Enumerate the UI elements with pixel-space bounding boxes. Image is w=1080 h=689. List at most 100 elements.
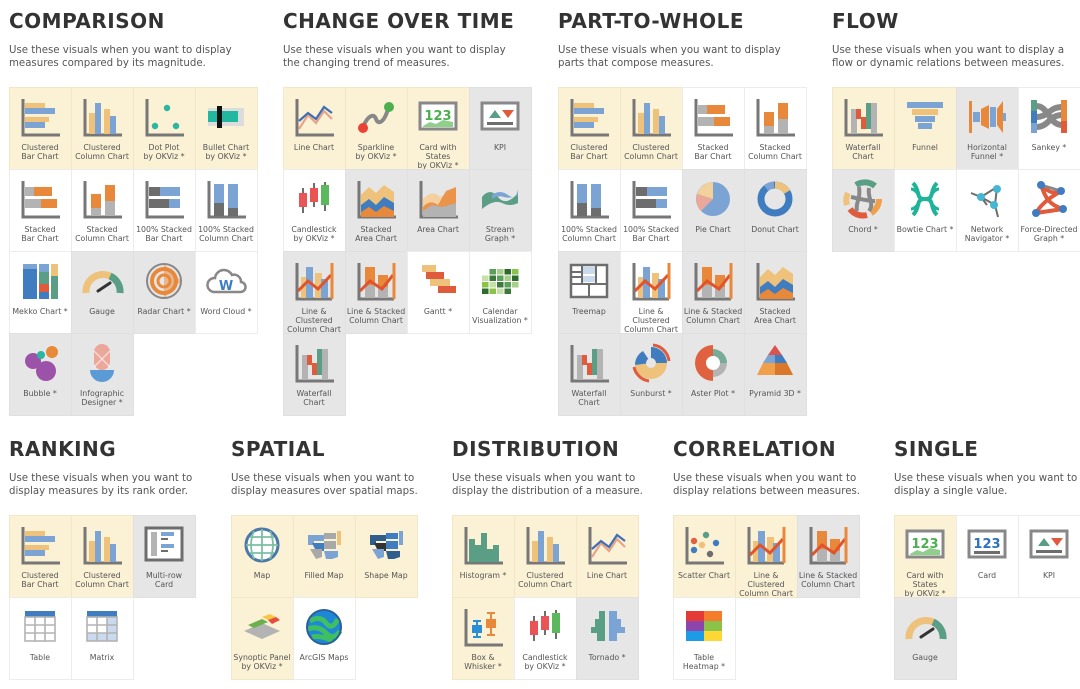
visual-tile-synoptic-panel[interactable]: Synoptic Panel by OKViz * [230, 596, 294, 680]
visual-grid: Histogram * Clustered Column Chart Line Ch… [451, 514, 639, 680]
histogram-icon [464, 526, 503, 564]
visual-tile-clustered-column-chart[interactable]: Clustered Column Chart [70, 514, 134, 598]
visual-tile-label: Gantt * [423, 306, 453, 316]
visual-tile-waterfall-chart[interactable]: Waterfall Chart [557, 332, 621, 416]
visual-tile-waterfall-chart[interactable]: Waterfall Chart [831, 86, 895, 170]
visual-tile-clustered-bar-chart[interactable]: Clustered Bar Chart [8, 514, 72, 598]
section-title: DISTRIBUTION [452, 437, 620, 461]
visual-tile-donut-chart[interactable]: Donut Chart [743, 168, 807, 252]
visual-tile-waterfall-chart[interactable]: Waterfall Chart [282, 332, 346, 416]
visual-tile-sankey[interactable]: Sankey * [1017, 86, 1080, 170]
visual-tile-label: Treemap [572, 306, 606, 316]
visual-tile-card[interactable]: 123 Card [955, 514, 1019, 598]
visual-tile-tornado[interactable]: Tornado * [575, 596, 639, 680]
line-clustered-column-chart-icon [632, 262, 671, 300]
visual-tile-line-stacked-column-chart[interactable]: Line & Stacked Column Chart [681, 250, 745, 334]
visual-tile-histogram[interactable]: Histogram * [451, 514, 515, 598]
visual-tile-label: Line & Clustered Column Chart [739, 570, 793, 599]
visual-tile-100-stacked-bar-chart[interactable]: 100% Stacked Bar Chart [132, 168, 196, 252]
visual-tile-card-with-states[interactable]: 123 Card with States by OKViz * [893, 514, 957, 598]
visual-tile-treemap[interactable]: Treemap [557, 250, 621, 334]
visual-tile-card-with-states[interactable]: 123 Card with States by OKViz * [406, 86, 470, 170]
sunburst-icon [632, 343, 671, 382]
visual-tile-table[interactable]: Table [8, 596, 72, 680]
visual-tile-label: Waterfall Chart [571, 388, 607, 407]
visual-tile-label: Map [253, 570, 271, 580]
visual-tile-sunburst[interactable]: Sunburst * [619, 332, 683, 416]
visual-tile-candlestick[interactable]: Candlestick by OKViz * [282, 168, 346, 252]
section-description: Use these visuals when you want to displ… [452, 473, 643, 497]
visual-tile-100-stacked-column-chart[interactable]: 100% Stacked Column Chart [557, 168, 621, 252]
visual-tile-horizontal-funnel[interactable]: Horizontal Funnel * [955, 86, 1019, 170]
visual-tile-clustered-bar-chart[interactable]: Clustered Bar Chart [8, 86, 72, 170]
visual-tile-table-heatmap[interactable]: Table Heatmap * [672, 596, 736, 680]
visual-tile-bullet-chart[interactable]: Bullet Chart by OKViz * [194, 86, 258, 170]
visual-tile-matrix[interactable]: Matrix [70, 596, 134, 680]
visual-tile-bubble-chart[interactable]: Bubble * [8, 332, 72, 416]
visual-tile-filled-map[interactable]: Filled Map [292, 514, 356, 598]
visual-tile-label: KPI [1042, 570, 1056, 580]
visual-tile-network-navigator[interactable]: Network Navigator * [955, 168, 1019, 252]
visual-tile-kpi[interactable]: KPI [468, 86, 532, 170]
visual-tile-line-chart[interactable]: Line Chart [575, 514, 639, 598]
visual-tile-dot-plot[interactable]: Dot Plot by OKViz * [132, 86, 196, 170]
visual-tile-label: Waterfall Chart [296, 388, 332, 407]
visual-tile-kpi[interactable]: KPI [1017, 514, 1080, 598]
line-chart-icon [588, 526, 627, 564]
visual-tile-candlestick[interactable]: Candlestick by OKViz * [513, 596, 577, 680]
visual-tile-sparkline[interactable]: Sparkline by OKViz * [344, 86, 408, 170]
visual-tile-funnel[interactable]: Funnel [893, 86, 957, 170]
visual-tile-aster-plot[interactable]: Aster Plot * [681, 332, 745, 416]
visual-tile-stream-graph[interactable]: Stream Graph * [468, 168, 532, 252]
visual-tile-100-stacked-bar-chart[interactable]: 100% Stacked Bar Chart [619, 168, 683, 252]
visual-tile-stacked-bar-chart[interactable]: Stacked Bar Chart [8, 168, 72, 252]
visual-tile-chord[interactable]: Chord * [831, 168, 895, 252]
section-title: SPATIAL [231, 437, 325, 461]
visual-tile-clustered-column-chart[interactable]: Clustered Column Chart [619, 86, 683, 170]
visual-tile-gauge[interactable]: Gauge [70, 250, 134, 334]
visual-tile-infographic-designer[interactable]: Infographic Designer * [70, 332, 134, 416]
visual-tile-gauge[interactable]: Gauge [893, 596, 957, 680]
visual-tile-label: Mekko Chart * [12, 306, 68, 316]
visual-tile-box-whisker[interactable]: Box & Whisker * [451, 596, 515, 680]
visual-tile-100-stacked-column-chart[interactable]: 100% Stacked Column Chart [194, 168, 258, 252]
box-whisker-icon [464, 608, 503, 646]
visual-tile-label: Shape Map [364, 570, 408, 580]
visual-tile-mekko-chart[interactable]: Mekko Chart * [8, 250, 72, 334]
visual-tile-multi-row-card[interactable]: Multi-row Card [132, 514, 196, 598]
visual-tile-stacked-area-chart[interactable]: Stacked Area Chart [743, 250, 807, 334]
visual-tile-label: 100% Stacked Bar Chart [136, 224, 192, 243]
visual-tile-stacked-column-chart[interactable]: Stacked Column Chart [743, 86, 807, 170]
visual-tile-line-clustered-column-chart[interactable]: Line & Clustered Column Chart [282, 250, 346, 334]
visual-tile-arcgis-maps[interactable]: ArcGIS Maps [292, 596, 356, 680]
visual-tile-calendar-visualization[interactable]: Calendar Visualization * [468, 250, 532, 334]
section-description: Use these visuals when you want to displ… [9, 45, 232, 69]
dot-plot-icon [145, 98, 184, 136]
visual-tile-scatter-chart[interactable]: Scatter Chart [672, 514, 736, 598]
stacked-area-chart-icon [756, 262, 795, 300]
visual-tile-label: Clustered Column Chart [518, 570, 572, 589]
visual-tile-pie-chart[interactable]: Pie Chart [681, 168, 745, 252]
visual-tile-clustered-column-chart[interactable]: Clustered Column Chart [70, 86, 134, 170]
visual-tile-stacked-area-chart[interactable]: Stacked Area Chart [344, 168, 408, 252]
visual-tile-line-chart[interactable]: Line Chart [282, 86, 346, 170]
visual-tile-line-clustered-column-chart[interactable]: Line & Clustered Column Chart [619, 250, 683, 334]
visual-tile-shape-map[interactable]: Shape Map [354, 514, 418, 598]
visual-tile-gantt[interactable]: Gantt * [406, 250, 470, 334]
visual-tile-clustered-bar-chart[interactable]: Clustered Bar Chart [557, 86, 621, 170]
visual-tile-map-globe[interactable]: Map [230, 514, 294, 598]
visual-tile-clustered-column-chart[interactable]: Clustered Column Chart [513, 514, 577, 598]
clustered-column-chart-icon [632, 98, 671, 136]
visual-tile-bowtie-chart[interactable]: Bowtie Chart * [893, 168, 957, 252]
visual-tile-label: Pie Chart [695, 224, 731, 234]
visual-tile-line-stacked-column-chart[interactable]: Line & Stacked Column Chart [344, 250, 408, 334]
visual-tile-radar-chart[interactable]: Radar Chart * [132, 250, 196, 334]
visual-tile-force-directed-graph[interactable]: Force-Directed Graph * [1017, 168, 1080, 252]
visual-tile-line-clustered-column-chart[interactable]: Line & Clustered Column Chart [734, 514, 798, 599]
visual-tile-line-stacked-column-chart[interactable]: Line & Stacked Column Chart [796, 514, 860, 598]
visual-tile-word-cloud[interactable]: W Word Cloud * [194, 250, 258, 334]
visual-tile-stacked-bar-chart[interactable]: Stacked Bar Chart [681, 86, 745, 170]
visual-tile-pyramid-3d[interactable]: Pyramid 3D * [743, 332, 807, 416]
visual-tile-stacked-column-chart[interactable]: Stacked Column Chart [70, 168, 134, 252]
visual-tile-area-chart[interactable]: Area Chart [406, 168, 470, 252]
